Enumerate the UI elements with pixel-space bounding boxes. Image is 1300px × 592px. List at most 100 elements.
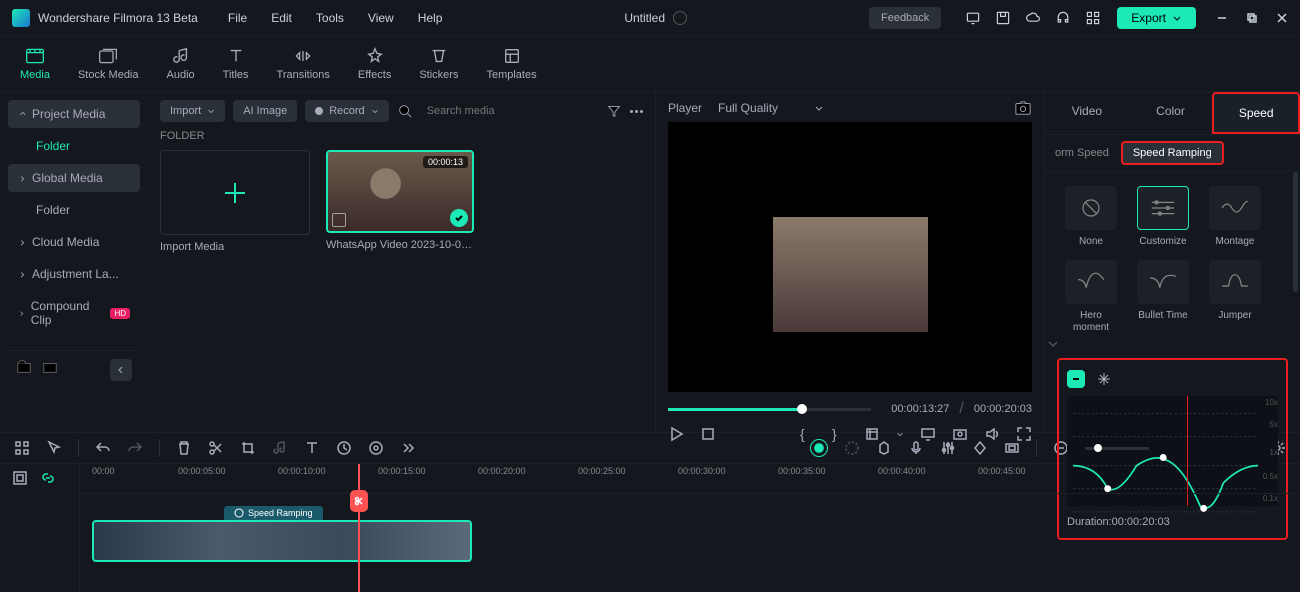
keyframe-icon[interactable] xyxy=(972,440,988,456)
render-icon[interactable] xyxy=(844,440,860,456)
music-icon[interactable] xyxy=(272,440,288,456)
hot-badge: HD xyxy=(110,308,130,319)
more-tools-icon[interactable] xyxy=(400,440,416,456)
collapse-sidebar-icon[interactable] xyxy=(110,359,132,381)
timeline-clip[interactable]: Speed Ramping xyxy=(92,520,472,562)
delete-icon[interactable] xyxy=(176,440,192,456)
player-label: Player xyxy=(668,101,702,115)
crop-tl-icon[interactable] xyxy=(240,440,256,456)
track-collapse-icon[interactable] xyxy=(12,470,28,486)
preset-jumper[interactable]: Jumper xyxy=(1205,260,1265,334)
import-media-tile[interactable] xyxy=(160,150,310,235)
subtab-speed-ramping[interactable]: Speed Ramping xyxy=(1121,141,1224,165)
import-dropdown[interactable]: Import xyxy=(160,100,225,122)
feedback-button[interactable]: Feedback xyxy=(869,7,941,29)
search-icon[interactable] xyxy=(397,103,413,119)
quality-dropdown[interactable]: Full Quality xyxy=(718,101,824,115)
preset-none[interactable]: None xyxy=(1061,186,1121,248)
tab-speed[interactable]: Speed xyxy=(1212,92,1300,134)
tab-color[interactable]: Color xyxy=(1129,92,1213,134)
tool-titles[interactable]: Titles xyxy=(223,47,249,81)
tool-transitions[interactable]: Transitions xyxy=(277,47,330,81)
menu-help[interactable]: Help xyxy=(418,11,443,25)
filter-icon[interactable] xyxy=(606,103,622,119)
clip-type-icon xyxy=(332,213,346,227)
apps-icon[interactable] xyxy=(1085,10,1101,26)
ramp-remove-keyframe-icon[interactable] xyxy=(1067,370,1085,388)
menu-edit[interactable]: Edit xyxy=(271,11,292,25)
sidebar-item-global-folder[interactable]: Folder xyxy=(8,196,140,224)
time-current: 00:00:13:27 xyxy=(891,403,949,415)
link-icon[interactable] xyxy=(40,470,56,486)
ai-image-button[interactable]: AI Image xyxy=(233,100,297,122)
undo-icon[interactable] xyxy=(95,440,111,456)
player-panel: Player Full Quality 00:00:13:27 / 00:00:… xyxy=(656,92,1045,432)
inspector-scrollbar[interactable] xyxy=(1293,172,1298,292)
menu-file[interactable]: File xyxy=(228,11,247,25)
zoom-slider[interactable] xyxy=(1085,447,1149,450)
speed-icon[interactable] xyxy=(336,440,352,456)
preset-bullet-time[interactable]: Bullet Time xyxy=(1133,260,1193,334)
import-media-label: Import Media xyxy=(160,241,310,253)
tool-media[interactable]: Media xyxy=(20,47,50,81)
sidebar-item-folder[interactable]: Folder xyxy=(8,132,140,160)
expand-presets-icon[interactable] xyxy=(1045,338,1300,350)
marker-icon[interactable] xyxy=(876,440,892,456)
headset-icon[interactable] xyxy=(1055,10,1071,26)
mic-icon[interactable] xyxy=(908,440,924,456)
new-folder-icon[interactable] xyxy=(16,359,32,375)
close-icon[interactable] xyxy=(1276,12,1288,24)
preset-montage[interactable]: Montage xyxy=(1205,186,1265,248)
tool-effects[interactable]: Effects xyxy=(358,47,391,81)
media-panel: Project Media Folder Global Media Folder… xyxy=(0,92,656,432)
app-title: Wondershare Filmora 13 Beta xyxy=(38,11,198,25)
tl-cursor-icon[interactable] xyxy=(46,440,62,456)
mixer-icon[interactable] xyxy=(940,440,956,456)
media-clip[interactable]: 00:00:13 WhatsApp Video 2023-10-05... xyxy=(326,150,474,253)
preset-hero-moment[interactable]: Hero moment xyxy=(1061,260,1121,334)
ramp-freeze-icon[interactable] xyxy=(1095,370,1113,388)
adjustment-icon[interactable] xyxy=(1004,440,1020,456)
split-icon[interactable] xyxy=(208,440,224,456)
save-icon[interactable] xyxy=(995,10,1011,26)
tool-audio[interactable]: Audio xyxy=(167,47,195,81)
menu-tools[interactable]: Tools xyxy=(316,11,344,25)
progress-slider[interactable] xyxy=(668,408,871,411)
sidebar-item-global-media[interactable]: Global Media xyxy=(8,164,140,192)
tab-video[interactable]: Video xyxy=(1045,92,1129,134)
clip-speed-tag: Speed Ramping xyxy=(224,506,323,520)
timeline-ruler[interactable]: 00:00 00:00:05:00 00:00:10:00 00:00:15:0… xyxy=(80,464,1300,494)
tl-apps-icon[interactable] xyxy=(14,440,30,456)
maximize-icon[interactable] xyxy=(1246,12,1258,24)
inspector-panel: Video Color Speed orm Speed Speed Rampin… xyxy=(1045,92,1300,432)
color-icon[interactable] xyxy=(368,440,384,456)
timeline-playhead[interactable] xyxy=(358,464,360,592)
sidebar-item-compound-clip[interactable]: Compound Clip HD xyxy=(8,292,140,334)
tool-templates[interactable]: Templates xyxy=(486,47,536,81)
snapshot-icon[interactable] xyxy=(1014,100,1032,116)
video-preview[interactable] xyxy=(668,122,1032,392)
sidebar-item-adjustment-layer[interactable]: Adjustment La... xyxy=(8,260,140,288)
tool-stock-media[interactable]: Stock Media xyxy=(78,47,139,81)
time-total: 00:00:20:03 xyxy=(974,403,1032,415)
sidebar-item-project-media[interactable]: Project Media xyxy=(8,100,140,128)
redo-icon[interactable] xyxy=(127,440,143,456)
document-title: Untitled xyxy=(624,11,687,25)
record-dropdown[interactable]: Record xyxy=(305,100,388,122)
more-icon[interactable] xyxy=(630,110,643,113)
minimize-icon[interactable] xyxy=(1216,12,1228,24)
ai-icon[interactable] xyxy=(810,439,828,457)
text-icon[interactable] xyxy=(304,440,320,456)
folder-icon[interactable] xyxy=(42,359,58,375)
cloud-icon[interactable] xyxy=(1025,10,1041,26)
preset-customize[interactable]: Customize xyxy=(1133,186,1193,248)
clip-duration: 00:00:13 xyxy=(423,156,468,168)
menu-view[interactable]: View xyxy=(368,11,394,25)
tool-stickers[interactable]: Stickers xyxy=(419,47,458,81)
folder-heading: FOLDER xyxy=(160,130,643,142)
device-icon[interactable] xyxy=(965,10,981,26)
search-input[interactable] xyxy=(419,101,598,121)
export-button[interactable]: Export xyxy=(1117,7,1196,29)
subtab-uniform-speed[interactable]: orm Speed xyxy=(1055,147,1109,159)
sidebar-item-cloud-media[interactable]: Cloud Media xyxy=(8,228,140,256)
